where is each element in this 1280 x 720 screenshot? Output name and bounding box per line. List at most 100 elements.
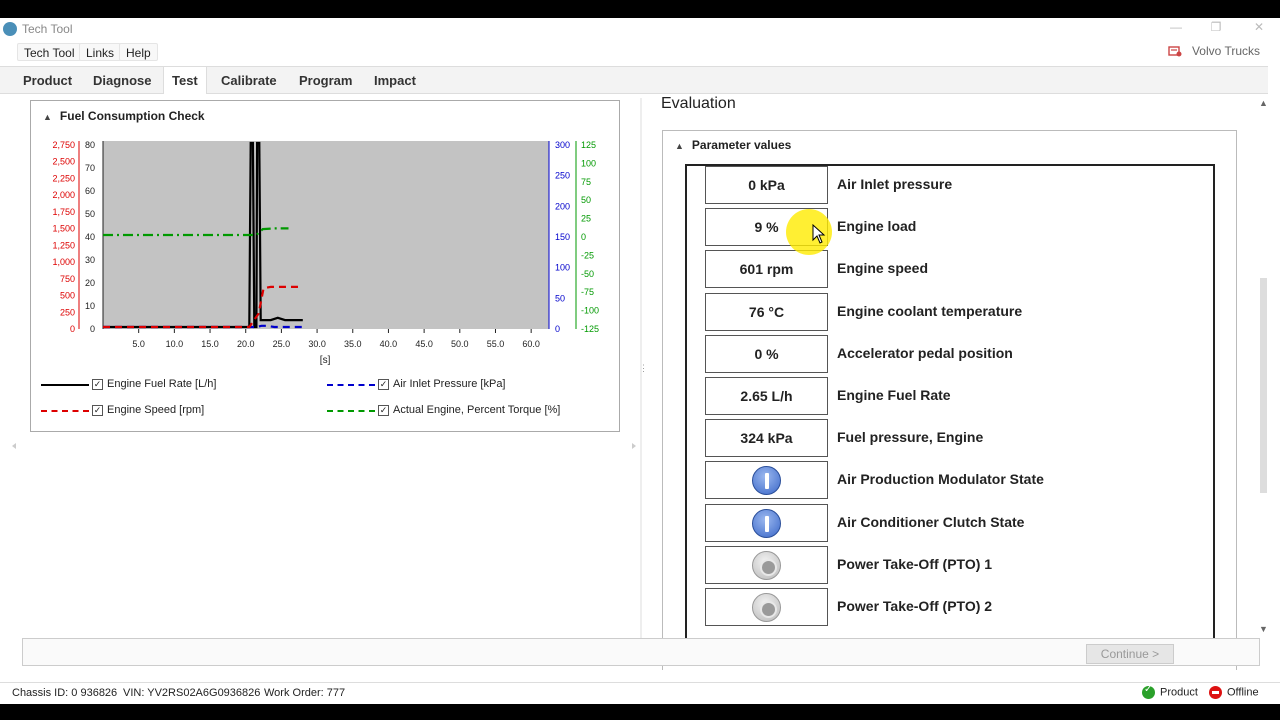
splitter-grip-icon[interactable]: ⋮	[639, 363, 648, 374]
collapse-caret-icon[interactable]: ▲	[675, 141, 684, 151]
y-tick-label-fuel_rate: 50	[85, 209, 95, 219]
tab-calibrate[interactable]: Calibrate	[213, 67, 285, 94]
y-tick-label-engine_speed: 750	[60, 274, 75, 284]
product-status-label: Product	[1160, 686, 1198, 699]
x-axis-label: [s]	[320, 355, 331, 366]
continue-button[interactable]: Continue >	[1086, 644, 1174, 664]
horizontal-scrollbar[interactable]	[12, 441, 636, 451]
parameter-value	[705, 545, 828, 584]
tab-product[interactable]: Product	[15, 67, 80, 94]
parameter-label: Accelerator pedal position	[837, 344, 1013, 361]
y-tick-label-air_inlet: 300	[555, 140, 570, 150]
main-tab-bar: Product Diagnose Test Calibrate Program …	[0, 66, 1268, 94]
y-tick-label-engine_speed: 0	[70, 324, 75, 334]
panel-splitter[interactable]	[640, 98, 642, 658]
parameter-list: 0 kPa Air Inlet pressure 9 % Engine load 601…	[685, 164, 1215, 654]
legend-label-engine-speed: Engine Speed [rpm]	[107, 404, 205, 416]
tab-diagnose[interactable]: Diagnose	[85, 67, 160, 94]
y-tick-label-fuel_rate: 20	[85, 278, 95, 288]
menu-tech-tool[interactable]: Tech Tool	[17, 43, 82, 61]
menu-help[interactable]: Help	[119, 43, 158, 61]
scroll-down-icon[interactable]: ▼	[1259, 624, 1268, 634]
y-tick-label-fuel_rate: 0	[90, 324, 95, 334]
parameter-label: Engine speed	[837, 260, 929, 277]
parameter-row: 324 kPa Fuel pressure, Engine	[705, 419, 1205, 458]
legend-checkbox-engine-speed[interactable]: ✓	[92, 405, 103, 416]
y-tick-label-torque: -50	[581, 269, 594, 279]
legend-checkbox-air-inlet[interactable]: ✓	[378, 379, 389, 390]
parameter-row: Air Conditioner Clutch State	[705, 503, 1205, 542]
y-tick-label-engine_speed: 2,000	[52, 190, 75, 200]
legend-line-torque	[327, 410, 375, 412]
x-tick-label: 55.0	[487, 339, 505, 349]
menu-bar: Tech Tool Links Help	[0, 40, 1280, 64]
fuel-check-header[interactable]: ▲ Fuel Consumption Check	[43, 109, 205, 123]
x-tick-label: 35.0	[344, 339, 362, 349]
y-tick-label-engine_speed: 2,500	[52, 157, 75, 167]
parameter-value: 0 kPa	[705, 166, 828, 204]
close-icon[interactable]: ✕	[1249, 20, 1269, 36]
y-tick-label-torque: 100	[581, 158, 596, 168]
y-tick-label-torque: 25	[581, 214, 591, 224]
parameter-values-header[interactable]: ▲ Parameter values	[675, 138, 791, 152]
window-title: Tech Tool	[22, 22, 73, 36]
parameter-label: Air Inlet pressure	[837, 176, 953, 192]
fuel-chart: 2,750 2,500 2,250 2,000 1,750 1,500 1,250 1,000…	[52, 140, 599, 366]
y-tick-label-fuel_rate: 30	[85, 255, 95, 265]
legend-checkbox-torque[interactable]: ✓	[378, 405, 389, 416]
tab-program[interactable]: Program	[291, 67, 360, 94]
offline-status[interactable]: Offline	[1209, 686, 1259, 699]
parameter-row: 0 % Accelerator pedal position	[705, 334, 1205, 373]
title-bar: Tech Tool — ❐ ✕	[0, 18, 1280, 40]
x-tick-label: 5.0	[132, 339, 145, 349]
maximize-icon[interactable]: ❐	[1206, 20, 1226, 36]
on-state-icon	[752, 466, 781, 496]
x-tick-label: 45.0	[415, 339, 433, 349]
status-bar: Chassis ID: 0 936826 VIN: YV2RS02A6G0936…	[0, 682, 1280, 704]
action-bar	[22, 638, 1260, 666]
minimize-icon[interactable]: —	[1166, 20, 1186, 36]
parameter-value: 76 °C	[705, 292, 828, 331]
y-tick-label-torque: 125	[581, 140, 596, 150]
y-tick-label-engine_speed: 1,250	[52, 240, 75, 250]
parameter-row: 9 % Engine load	[705, 208, 1205, 247]
y-tick-label-air_inlet: 150	[555, 232, 570, 242]
parameter-row: Power Take-Off (PTO) 1	[705, 545, 1205, 584]
app-window: Tech Tool — ❐ ✕ Tech Tool Links Help Vol…	[0, 18, 1280, 704]
product-status[interactable]: Product	[1142, 684, 1198, 699]
x-tick-label: 60.0	[522, 339, 540, 349]
fuel-check-panel: ▲ Fuel Consumption Check 2,750 2,500 2,250 2…	[30, 100, 620, 432]
y-tick-label-torque: 75	[581, 177, 591, 187]
vertical-scrollbar[interactable]: ▲ ▼	[1256, 98, 1270, 658]
y-tick-label-air_inlet: 0	[555, 324, 560, 334]
parameter-values-title: Parameter values	[691, 138, 792, 152]
evaluation-title: Evaluation	[661, 95, 736, 112]
y-tick-label-fuel_rate: 80	[85, 140, 95, 150]
parameter-label: Power Take-Off (PTO) 2	[837, 598, 993, 614]
mouse-pointer-icon	[812, 224, 826, 244]
parameter-value: 2.65 L/h	[705, 377, 828, 415]
y-tick-label-air_inlet: 100	[555, 263, 570, 273]
offline-icon	[1209, 686, 1222, 699]
legend-line-engine-speed	[41, 410, 89, 412]
tab-impact[interactable]: Impact	[366, 67, 424, 94]
work-order: Work Order: 777	[264, 687, 346, 699]
y-tick-label-air_inlet: 200	[555, 201, 570, 211]
collapse-caret-icon[interactable]: ▲	[43, 112, 52, 122]
parameter-value	[705, 503, 828, 542]
on-state-icon	[752, 508, 781, 538]
scrollbar-thumb[interactable]	[1260, 278, 1267, 493]
y-tick-label-fuel_rate: 10	[85, 301, 95, 311]
x-tick-label: 10.0	[166, 339, 184, 349]
menu-links[interactable]: Links	[79, 43, 122, 61]
tab-test[interactable]: Test	[163, 67, 207, 94]
parameter-label: Air Production Modulator State	[837, 471, 1044, 488]
y-tick-label-engine_speed: 1,000	[52, 257, 75, 267]
legend-checkbox-fuel-rate[interactable]: ✓	[92, 379, 103, 390]
y-tick-label-torque: -25	[581, 250, 594, 260]
parameter-row: 76 °C Engine coolant temperature	[705, 292, 1205, 331]
brand-icon	[1168, 46, 1182, 57]
parameter-row: 2.65 L/h Engine Fuel Rate	[705, 377, 1205, 415]
scroll-up-icon[interactable]: ▲	[1259, 98, 1268, 108]
parameter-label: Engine Fuel Rate	[837, 387, 951, 403]
